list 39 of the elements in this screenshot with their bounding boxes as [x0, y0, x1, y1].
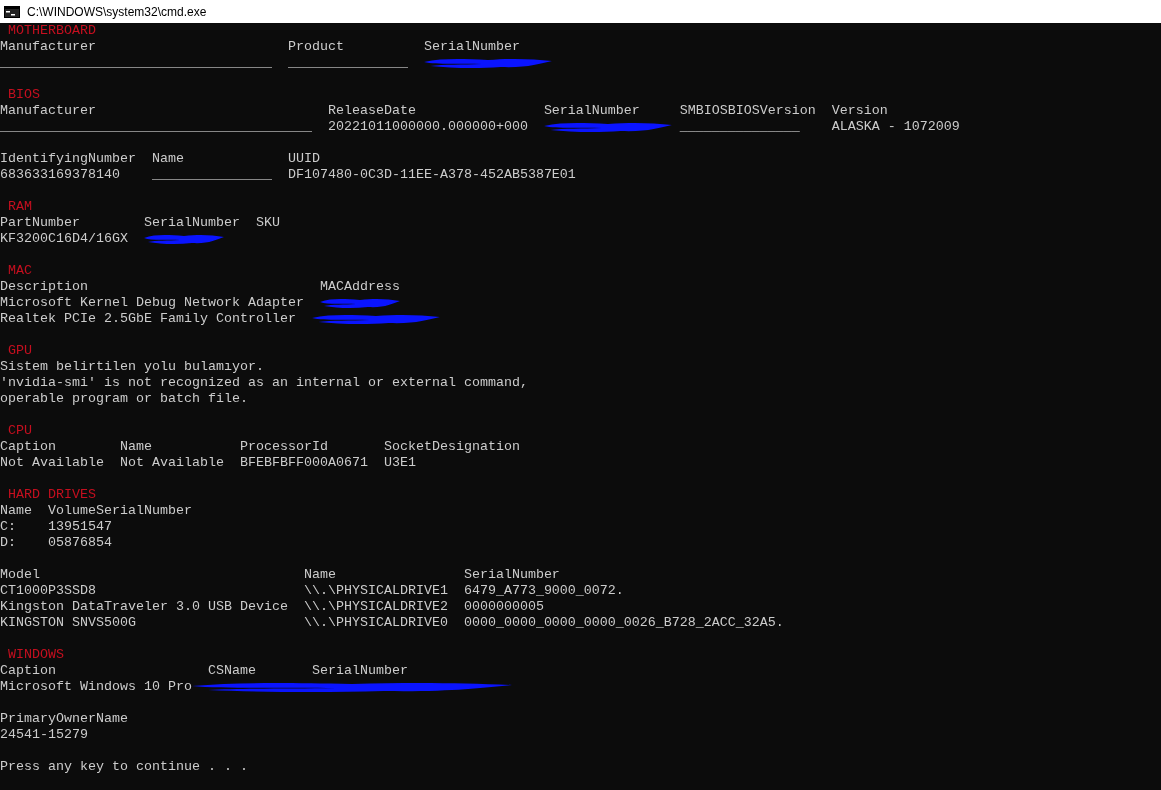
section-heading: RAM — [7, 199, 32, 215]
console-line: _______________ ALASKA - 1072009 — [678, 119, 960, 135]
console-line: _______________________________________ 20221011000000.000000+000 — [0, 119, 529, 135]
console-line: IdentifyingNumber Name UUID — [0, 151, 320, 167]
console-line: KINGSTON SNVS500G \\.\PHYSICALDRIVE0 0000_0000_0000_0000_0026_B728_2ACC_32A5. — [0, 615, 784, 631]
console-line: PrimaryOwnerName — [0, 711, 128, 727]
console-line: Sistem belirtilen yolu bulamıyor. — [0, 359, 264, 375]
console-line: Caption CSName SerialNumber — [0, 663, 408, 679]
console-line: Press any key to continue . . . — [0, 759, 248, 775]
console-line: PartNumber SerialNumber SKU — [0, 215, 280, 231]
section-heading: CPU — [7, 423, 32, 439]
section-heading: MOTHERBOARD — [7, 23, 96, 39]
section-heading: HARD DRIVES — [7, 487, 96, 503]
section-heading: WINDOWS — [7, 647, 64, 663]
console-line: Microsoft Windows 10 Pro — [0, 679, 192, 695]
console-line: Model Name SerialNumber — [0, 567, 560, 583]
console-line: 24541-15279 — [0, 727, 88, 743]
console-line: __________________________________ _______________ — [0, 55, 409, 71]
console-line: KF3200C16D4/16GX — [0, 231, 129, 247]
section-heading: GPU — [7, 343, 32, 359]
window-title: C:\WINDOWS\system32\cmd.exe — [27, 4, 207, 19]
section-heading: BIOS — [7, 87, 40, 103]
console-line: Kingston DataTraveler 3.0 USB Device \\.\PHYSICALDRIVE2 0000000005 — [0, 599, 544, 615]
console-line: Caption Name ProcessorId SocketDesignation — [0, 439, 520, 455]
console-line: Realtek PCIe 2.5GbE Family Controller — [0, 311, 297, 327]
console-line: Manufacturer Product SerialNumber — [0, 39, 520, 55]
console-line: Name VolumeSerialNumber — [0, 503, 192, 519]
console-line: 683633169378140 _______________ DF107480-0C3D-11EE-A378-452AB5387E01 — [0, 167, 576, 183]
console-line: operable program or batch file. — [0, 391, 248, 407]
section-heading: MAC — [7, 263, 32, 279]
console-line: Not Available Not Available BFEBFBFF000A0671 U3E1 — [0, 455, 416, 471]
console-line: Description MACAddress — [0, 279, 400, 295]
console-line: Microsoft Kernel Debug Network Adapter — [0, 295, 305, 311]
console-icon — [4, 5, 20, 18]
console-line: D: 05876854 — [0, 535, 112, 551]
console-line: C: 13951547 — [0, 519, 112, 535]
console-line: 'nvidia-smi' is not recognized as an internal or external command, — [0, 375, 528, 391]
console-line: Manufacturer ReleaseDate SerialNumber SMBIOSBIOSVersion Version — [0, 103, 888, 119]
console-line: CT1000P3SSD8 \\.\PHYSICALDRIVE1 6479_A773_9000_0072. — [0, 583, 624, 599]
